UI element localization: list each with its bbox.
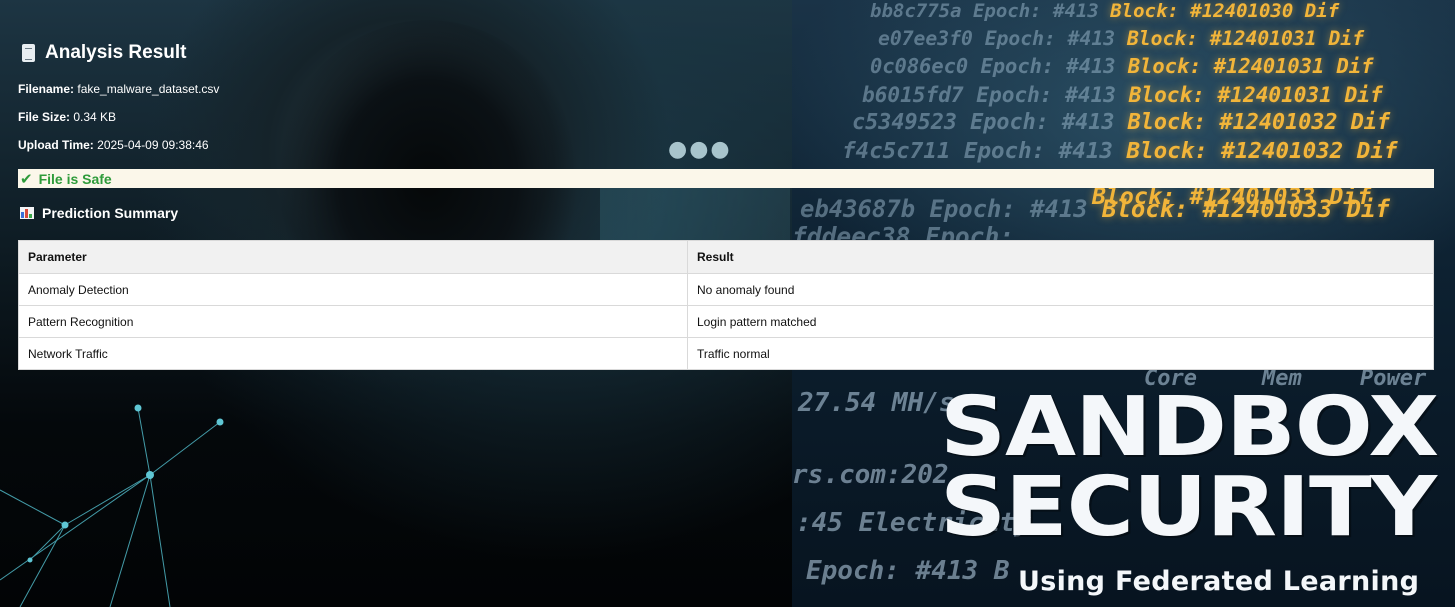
result-cell: Traffic normal <box>687 337 1434 370</box>
table-header-row: Parameter Result <box>18 240 1434 274</box>
file-size-row: File Size: 0.34 KB <box>18 110 116 124</box>
document-icon <box>22 44 35 62</box>
upload-time-label: Upload Time: <box>18 138 94 152</box>
column-header-result: Result <box>687 240 1434 274</box>
analysis-result-panel: Analysis Result Filename: fake_malware_d… <box>0 0 1455 607</box>
page-title: Analysis Result <box>22 42 187 64</box>
status-text: File is Safe <box>38 170 112 187</box>
result-cell: No anomaly found <box>687 273 1434 306</box>
table-row: Network Traffic Traffic normal <box>18 337 1434 370</box>
check-icon: ✔ <box>20 169 33 188</box>
filename-value: fake_malware_dataset.csv <box>77 82 220 96</box>
column-header-parameter: Parameter <box>18 240 688 274</box>
prediction-summary-title: Prediction Summary <box>42 205 179 221</box>
status-banner: ✔ File is Safe <box>18 169 1434 188</box>
parameter-cell: Network Traffic <box>18 337 688 370</box>
brand-line-2: SECURITY <box>940 460 1437 555</box>
file-size-value: 0.34 KB <box>73 110 117 124</box>
table-row: Pattern Recognition Login pattern matche… <box>18 305 1434 338</box>
upload-time-row: Upload Time: 2025-04-09 09:38:46 <box>18 138 209 152</box>
table-row: Anomaly Detection No anomaly found <box>18 273 1434 306</box>
upload-time-value: 2025-04-09 09:38:46 <box>97 138 209 152</box>
parameter-cell: Anomaly Detection <box>18 273 688 306</box>
page-title-text: Analysis Result <box>45 42 187 63</box>
prediction-summary-heading: Prediction Summary <box>20 205 178 221</box>
filename-row: Filename: fake_malware_dataset.csv <box>18 82 219 96</box>
file-size-label: File Size: <box>18 110 71 124</box>
result-cell: Login pattern matched <box>687 305 1434 338</box>
brand-line-1: SANDBOX <box>940 380 1439 475</box>
prediction-summary-table: Parameter Result Anomaly Detection No an… <box>18 240 1434 370</box>
bar-chart-icon <box>20 207 34 219</box>
filename-label: Filename: <box>18 82 75 96</box>
brand-logo: SANDBOX SECURITY <box>940 387 1440 549</box>
parameter-cell: Pattern Recognition <box>18 305 688 338</box>
brand-subtitle: Using Federated Learning <box>1018 566 1420 597</box>
